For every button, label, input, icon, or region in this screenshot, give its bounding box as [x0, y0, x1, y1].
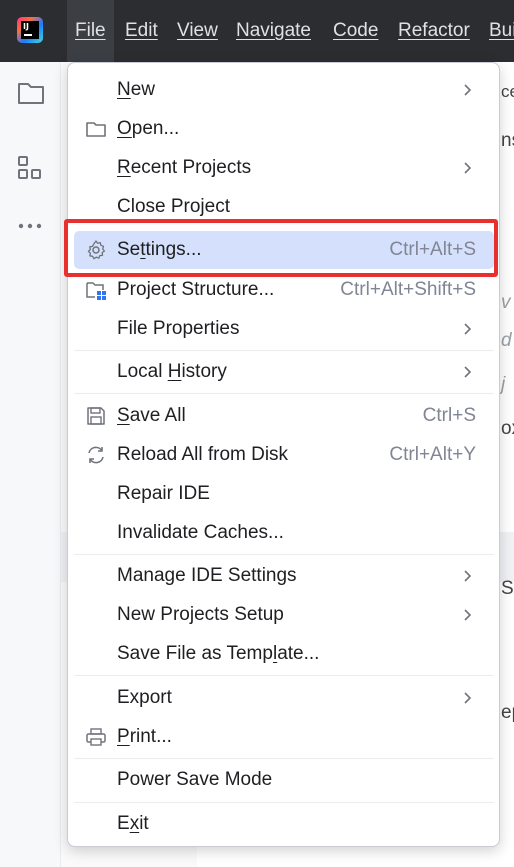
- menu-item-label: Manage IDE Settings: [117, 565, 297, 586]
- chevron-right-icon: [464, 162, 472, 174]
- file-menu-dropdown: New Open... Recent Projects Close Projec…: [67, 62, 500, 847]
- save-icon: [87, 407, 105, 425]
- editor-fragment: ep: [501, 702, 514, 723]
- menu-item-open[interactable]: Open...: [74, 110, 494, 148]
- menu-item-label: Print...: [117, 726, 172, 747]
- menu-separator: [74, 554, 494, 555]
- editor-fragment: j: [501, 374, 506, 395]
- menu-item-label: New: [117, 79, 156, 100]
- menu-refactor-label: Refactor: [398, 20, 470, 41]
- folder-icon: [86, 122, 106, 137]
- menu-separator: [74, 802, 494, 803]
- menu-item-reload-all[interactable]: Reload All from Disk Ctrl+Alt+Y: [74, 436, 494, 474]
- menu-build[interactable]: Bui: [481, 0, 514, 62]
- menu-item-invalidate-caches[interactable]: Invalidate Caches...: [74, 514, 494, 552]
- menu-item-recent-projects[interactable]: Recent Projects: [74, 149, 494, 187]
- app-logo[interactable]: IJ: [17, 17, 43, 43]
- editor-fragment: d: [501, 330, 512, 351]
- menu-item-label: Power Save Mode: [117, 769, 273, 790]
- menu-item-export[interactable]: Export: [74, 679, 494, 717]
- menu-item-label: Exit: [117, 813, 149, 834]
- menu-item-label: Save All: [117, 405, 186, 426]
- menu-item-power-save-mode[interactable]: Power Save Mode: [74, 761, 494, 799]
- menu-file[interactable]: File: [67, 0, 114, 62]
- menu-item-save-file-as-template[interactable]: Save File as Template...: [74, 635, 494, 673]
- menu-item-label: Invalidate Caches...: [117, 522, 284, 543]
- menu-navigate[interactable]: Navigate: [228, 0, 319, 62]
- editor-fragment: ns: [501, 130, 514, 151]
- print-icon: [86, 728, 106, 746]
- reload-icon: [88, 446, 104, 464]
- editor-fragment: ce: [501, 82, 514, 101]
- title-bar: IJ File Edit View Navigate Code Refactor…: [0, 0, 514, 62]
- menu-item-label: Open...: [117, 118, 180, 139]
- menu-item-local-history[interactable]: Local History: [74, 353, 494, 391]
- chevron-right-icon: [464, 570, 472, 582]
- project-folder-icon[interactable]: [17, 80, 45, 106]
- menu-item-file-properties[interactable]: File Properties: [74, 310, 494, 348]
- chevron-right-icon: [464, 323, 472, 335]
- menu-separator: [74, 758, 494, 759]
- settings-highlight-annotation: [64, 219, 498, 277]
- editor-fragment: Se: [501, 578, 514, 599]
- menu-item-shortcut: Ctrl+S: [422, 405, 476, 426]
- menu-separator: [74, 350, 494, 351]
- tool-window-strip: [0, 62, 61, 867]
- menu-item-manage-ide-settings[interactable]: Manage IDE Settings: [74, 557, 494, 595]
- menu-item-new-projects-setup[interactable]: New Projects Setup: [74, 596, 494, 634]
- menu-item-label: Repair IDE: [117, 483, 210, 504]
- menu-view-label: View: [177, 20, 218, 41]
- menu-file-label: File: [75, 20, 106, 41]
- menu-refactor[interactable]: Refactor: [390, 0, 478, 62]
- menu-item-exit[interactable]: Exit: [74, 805, 494, 843]
- menu-item-print[interactable]: Print...: [74, 718, 494, 756]
- menu-item-label: Reload All from Disk: [117, 444, 289, 465]
- more-tools-icon[interactable]: [17, 220, 45, 232]
- menu-build-label: Bui: [489, 20, 514, 41]
- menu-edit-label: Edit: [125, 20, 158, 41]
- menu-item-label: File Properties: [117, 318, 240, 339]
- menu-item-label: Export: [117, 687, 172, 708]
- menu-item-label: Local History: [117, 361, 227, 382]
- menu-edit[interactable]: Edit: [117, 0, 166, 62]
- structure-icon[interactable]: [17, 155, 43, 181]
- editor-fragment: ox: [501, 418, 514, 439]
- menu-item-shortcut: Ctrl+Alt+Y: [389, 444, 476, 465]
- menu-view[interactable]: View: [169, 0, 226, 62]
- menu-separator: [74, 675, 494, 676]
- menu-item-new[interactable]: New: [74, 71, 494, 109]
- chevron-right-icon: [464, 692, 472, 704]
- project-structure-icon: [86, 282, 106, 300]
- menu-item-save-all[interactable]: Save All Ctrl+S: [74, 397, 494, 435]
- menu-item-label: Save File as Template...: [117, 643, 320, 664]
- chevron-right-icon: [464, 609, 472, 621]
- chevron-right-icon: [464, 84, 472, 96]
- menu-navigate-label: Navigate: [236, 20, 311, 41]
- menu-code-label: Code: [333, 20, 379, 41]
- menu-separator: [74, 393, 494, 394]
- menu-item-label: New Projects Setup: [117, 604, 284, 625]
- menu-code[interactable]: Code: [325, 0, 386, 62]
- editor-fragment: v: [501, 292, 511, 313]
- menu-item-repair-ide[interactable]: Repair IDE: [74, 475, 494, 513]
- menu-item-label: Recent Projects: [117, 157, 252, 178]
- chevron-right-icon: [464, 366, 472, 378]
